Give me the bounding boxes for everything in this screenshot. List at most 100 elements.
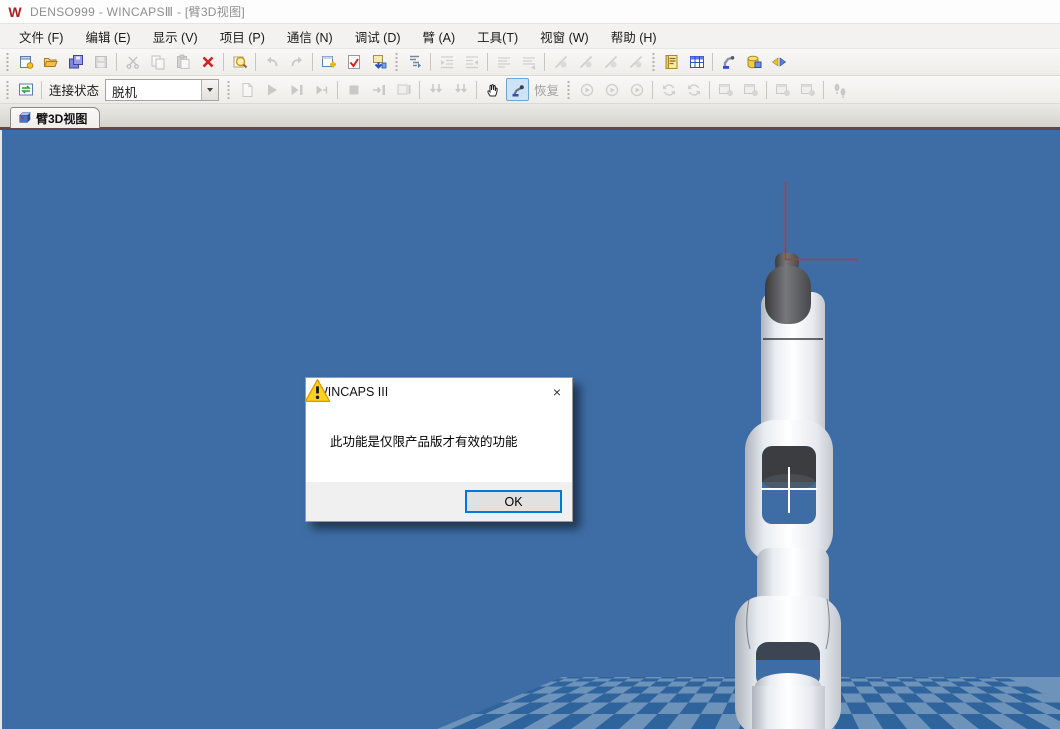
arm-operation-button[interactable] [717, 51, 740, 74]
floor-tile [866, 679, 885, 682]
toolbar-separator [419, 81, 420, 99]
variable-monitor-button[interactable] [660, 51, 683, 74]
redo-button [285, 51, 308, 74]
program-flow-icon [407, 54, 423, 70]
new-project-button[interactable] [14, 51, 37, 74]
step-over-icon [453, 82, 469, 98]
floor-tile [692, 677, 709, 679]
menu-item-help[interactable]: 帮助 (H) [600, 24, 668, 49]
add-item-icon [321, 54, 337, 70]
toolbar-drag-handle[interactable] [5, 53, 10, 71]
walk-mode-button [828, 78, 851, 101]
new-project-icon [18, 54, 34, 70]
enable-breakpoint-icon [578, 54, 594, 70]
floor-tile [660, 677, 678, 679]
delete-button[interactable] [196, 51, 219, 74]
floor-tile [974, 677, 993, 679]
io-monitor-icon [771, 54, 787, 70]
uncomment-lines-button [517, 51, 540, 74]
connection-setting-button[interactable] [14, 78, 37, 101]
comment-lines-icon [496, 54, 512, 70]
window-title: DENSO999 - WINCAPSⅢ - [臂3D视图] [30, 3, 245, 20]
view-rotate-left-icon [661, 82, 677, 98]
floor-tile [881, 677, 898, 679]
menu-item-debug[interactable]: 调试 (D) [344, 24, 412, 49]
save-all-button[interactable] [64, 51, 87, 74]
program-page-button [235, 78, 258, 101]
transfer-data-icon [371, 54, 387, 70]
step-run-icon [314, 82, 330, 98]
toolbar-drag-handle[interactable] [394, 53, 399, 71]
menu-item-communication[interactable]: 通信 (N) [276, 24, 344, 49]
syntax-check-button[interactable] [342, 51, 365, 74]
step-run-button [310, 78, 333, 101]
floor-tile [912, 677, 930, 679]
move-home-icon [629, 82, 645, 98]
view-rotate-right-button [682, 78, 705, 101]
program-flow-button[interactable] [403, 51, 426, 74]
delete-icon [200, 54, 216, 70]
arm-operation-icon [721, 54, 737, 70]
toolbar-drag-handle[interactable] [566, 81, 571, 99]
copy-button [146, 51, 169, 74]
toolbar-separator [337, 81, 338, 99]
menu-item-display[interactable]: 显示 (V) [142, 24, 209, 49]
open-project-button[interactable] [39, 51, 62, 74]
stop-program-button [342, 78, 365, 101]
dialog-footer: OK [306, 482, 572, 521]
view-rotate-right-icon [686, 82, 702, 98]
menu-item-window[interactable]: 视窗 (W) [529, 24, 600, 49]
indent-button [460, 51, 483, 74]
save-icon [93, 54, 109, 70]
data-table-icon [689, 54, 705, 70]
dialog-close-button[interactable]: × [542, 379, 572, 404]
data-storage-button[interactable] [742, 51, 765, 74]
dialog-title-bar: WINCAPS III × [306, 378, 572, 405]
motor-power-button [575, 78, 598, 101]
menu-item-tools[interactable]: 工具(T) [466, 24, 529, 49]
clear-breakpoints-button [624, 51, 647, 74]
arm-3d-viewport[interactable]: WINCAPS III × 此功能是仅限产品版才有效的功能 OK [0, 130, 1060, 729]
ok-button[interactable]: OK [465, 490, 562, 513]
cycle-stop-button [392, 78, 415, 101]
connection-mode-select[interactable]: 脱机 [105, 79, 219, 101]
window-layout-1-button [714, 78, 737, 101]
dropdown-arrow-icon[interactable] [201, 80, 218, 100]
save-all-icon [68, 54, 84, 70]
menu-item-file[interactable]: 文件 (F) [8, 24, 74, 49]
application-window: W DENSO999 - WINCAPSⅢ - [臂3D视图] 文件 (F)编辑… [0, 0, 1060, 729]
menu-item-edit[interactable]: 编辑 (E) [74, 24, 141, 49]
add-item-button[interactable] [317, 51, 340, 74]
toolbar-drag-handle[interactable] [651, 53, 656, 71]
record-view-icon [800, 82, 816, 98]
tab-arm-3d-view[interactable]: 臂3D视图 [10, 107, 100, 128]
stop-program-icon [346, 82, 362, 98]
menu-item-arm[interactable]: 臂 (A) [412, 24, 467, 49]
dialog-body: 此功能是仅限产品版才有效的功能 [306, 405, 572, 482]
io-monitor-button[interactable] [767, 51, 790, 74]
menu-item-project[interactable]: 项目 (P) [209, 24, 276, 49]
machine-lock-button [600, 78, 623, 101]
select-arm-button[interactable] [506, 78, 529, 101]
restore-label: 恢复 [534, 80, 559, 99]
toolbar-drag-handle[interactable] [5, 81, 10, 99]
paste-icon [175, 54, 191, 70]
indent-icon [464, 54, 480, 70]
cut-icon [125, 54, 141, 70]
debug-toolbar: 连接状态脱机 恢复 [0, 76, 1060, 104]
connection-status-label: 连接状态 [49, 80, 99, 99]
copy-icon [150, 54, 166, 70]
toolbar-separator [709, 81, 710, 99]
data-table-button[interactable] [685, 51, 708, 74]
toolbar-drag-handle[interactable] [226, 81, 231, 99]
run-program-icon [264, 82, 280, 98]
pan-view-button[interactable] [481, 78, 504, 101]
disable-breakpoint-button [599, 51, 622, 74]
search-button[interactable] [228, 51, 251, 74]
comment-lines-button [492, 51, 515, 74]
step-stop-icon [371, 82, 387, 98]
toggle-breakpoint-button [549, 51, 572, 74]
outdent-button [435, 51, 458, 74]
toggle-breakpoint-icon [553, 54, 569, 70]
transfer-data-button[interactable] [367, 51, 390, 74]
